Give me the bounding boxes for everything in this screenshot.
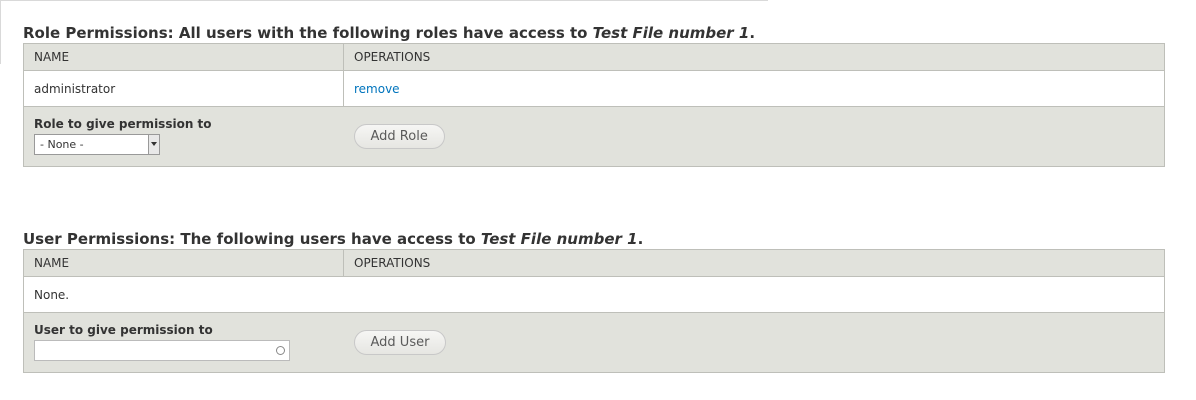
user-caption-suffix: . — [637, 230, 644, 248]
add-role-form-row: Role to give permission to - None - Add … — [23, 106, 1165, 167]
role-select-cell: Role to give permission to - None - — [23, 106, 344, 167]
role-name-cell: administrator — [23, 70, 344, 107]
role-select-label: Role to give permission to — [34, 116, 212, 131]
add-user-button[interactable]: Add User — [353, 330, 447, 355]
role-caption-suffix: . — [749, 24, 756, 42]
add-user-button-cell: Add User — [343, 312, 1165, 373]
user-permissions-table: NAME OPERATIONS None. User to give permi… — [23, 249, 1165, 373]
column-header-name: NAME — [23, 43, 344, 71]
remove-role-link[interactable]: remove — [354, 82, 400, 96]
add-user-form-row: User to give permission to Add User — [23, 312, 1165, 373]
empty-operations-cell — [343, 276, 1165, 313]
user-permissions-caption: User Permissions: The following users ha… — [23, 229, 1165, 249]
chevron-down-icon[interactable] — [148, 134, 159, 154]
table-row: administrator remove — [23, 70, 1165, 107]
column-header-operations: OPERATIONS — [343, 249, 1165, 277]
role-select-value: - None - — [40, 137, 84, 151]
table-row: None. — [23, 276, 1165, 313]
user-input-label: User to give permission to — [34, 322, 213, 337]
user-caption-item: Test File number 1 — [480, 230, 638, 248]
user-autocomplete-field[interactable] — [34, 339, 290, 361]
role-caption-prefix: Role Permissions: All users with the fol… — [23, 24, 593, 42]
add-role-button-cell: Add Role — [343, 106, 1165, 167]
role-select[interactable]: - None - — [34, 133, 160, 155]
user-caption-prefix: User Permissions: The following users ha… — [23, 230, 481, 248]
role-permissions-section: Role Permissions: All users with the fol… — [23, 23, 1165, 167]
operations-cell: remove — [343, 70, 1165, 107]
table-header-row: NAME OPERATIONS — [23, 43, 1165, 71]
role-permissions-caption: Role Permissions: All users with the fol… — [23, 23, 1165, 43]
user-permissions-section: User Permissions: The following users ha… — [23, 229, 1165, 373]
role-caption-item: Test File number 1 — [592, 24, 750, 42]
top-divider — [0, 0, 768, 1]
column-header-operations: OPERATIONS — [343, 43, 1165, 71]
table-header-row: NAME OPERATIONS — [23, 249, 1165, 277]
empty-message-cell: None. — [23, 276, 344, 313]
autocomplete-throbber-icon — [276, 345, 285, 355]
user-input[interactable] — [35, 340, 263, 359]
add-role-button[interactable]: Add Role — [353, 124, 445, 149]
role-permissions-table: NAME OPERATIONS administrator remove Rol… — [23, 43, 1165, 167]
left-divider — [0, 0, 1, 64]
user-input-cell: User to give permission to — [23, 312, 344, 373]
column-header-name: NAME — [23, 249, 344, 277]
